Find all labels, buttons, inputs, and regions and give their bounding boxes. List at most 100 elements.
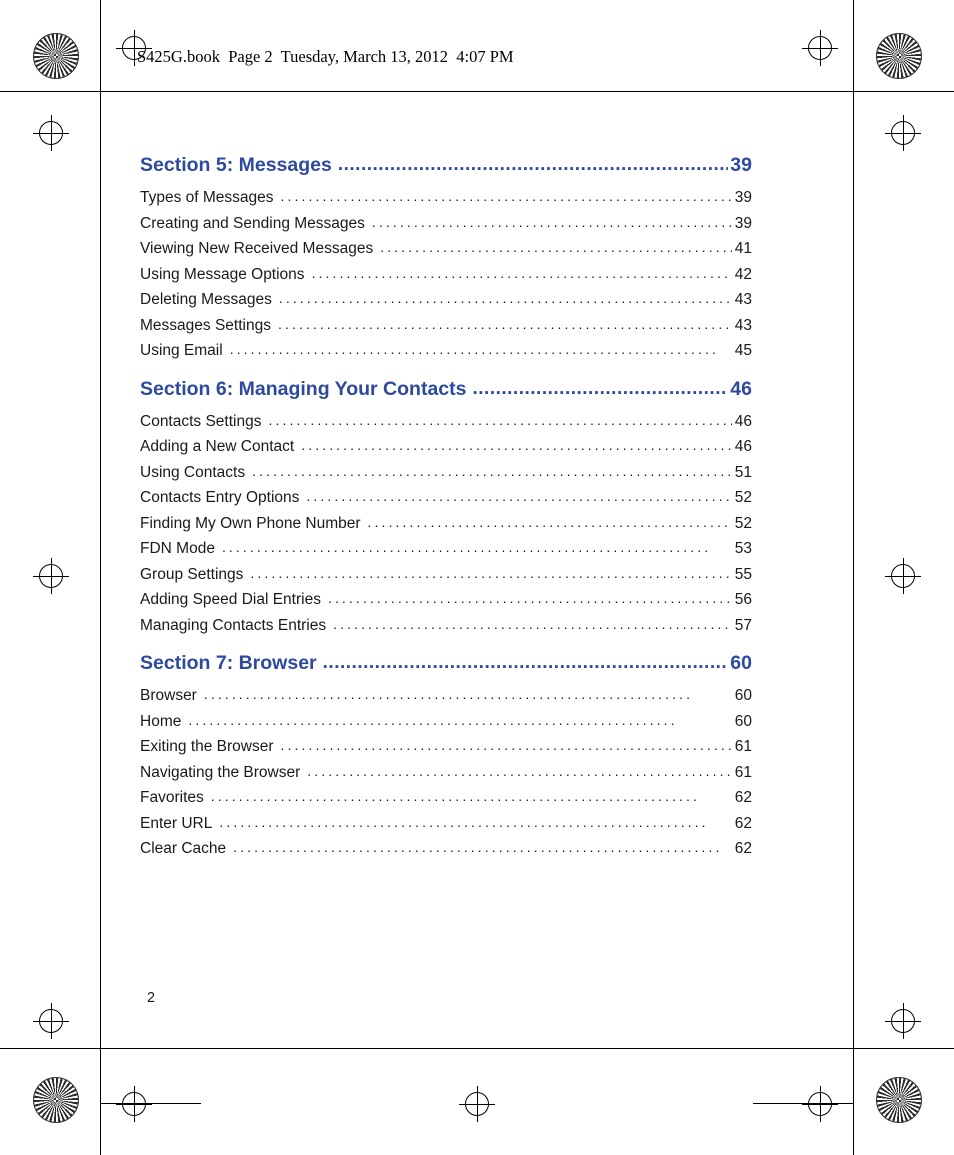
- registration-mark-right-middle: [885, 558, 921, 594]
- toc-entry-page: 60: [734, 687, 752, 704]
- leader-dots: ........................................…: [221, 539, 712, 555]
- toc-entry-label: Using Message Options: [140, 265, 305, 283]
- toc-entry[interactable]: Adding Speed Dial Entries ..............…: [140, 587, 752, 613]
- toc-entry-page: 46: [734, 438, 752, 455]
- leader-dots: ........................................…: [280, 188, 732, 204]
- leader-dots: ........................................…: [301, 437, 732, 453]
- leader-dots: ........................................…: [327, 590, 732, 606]
- starburst-mark-bottom-left: [33, 1077, 79, 1123]
- toc-entry-page: 62: [734, 840, 752, 857]
- file-header-line: S425G.book Page 2 Tuesday, March 13, 201…: [137, 47, 514, 66]
- toc-entry-page: 39: [734, 189, 752, 206]
- toc-section-page: 46: [730, 377, 752, 400]
- leader-dots: ........................................…: [233, 839, 723, 855]
- toc-entry-label: Group Settings: [140, 565, 244, 583]
- toc-entry[interactable]: Using Contacts .........................…: [140, 460, 752, 486]
- toc-entry[interactable]: Navigating the Browser .................…: [140, 760, 752, 786]
- toc-entry-page: 61: [734, 738, 752, 755]
- leader-dots: ........................................…: [252, 462, 732, 479]
- toc-entry[interactable]: Using Message Options ..................…: [140, 262, 752, 288]
- toc-entry-label: Messages Settings: [140, 316, 271, 334]
- toc-entry-label: Adding a New Contact: [140, 438, 295, 455]
- toc-entry-page: 46: [734, 412, 752, 430]
- toc-entry-page: 53: [734, 540, 752, 557]
- toc-entry[interactable]: Creating and Sending Messages ..........…: [140, 211, 752, 237]
- registration-mark-left-middle: [33, 558, 69, 594]
- toc-entry[interactable]: Contacts Settings ......................…: [140, 409, 752, 435]
- leader-dots: ........................................…: [367, 513, 732, 530]
- toc-entry-label: Enter URL: [140, 814, 213, 832]
- toc-section-heading[interactable]: Section 7: Browser .....................…: [140, 652, 752, 675]
- crop-line-bottom-short-left: [101, 1103, 201, 1104]
- leader-dots: ........................................…: [311, 264, 732, 281]
- toc-entry-page: 57: [734, 616, 752, 634]
- toc-entry[interactable]: FDN Mode ...............................…: [140, 536, 752, 562]
- toc-entry-page: 43: [734, 316, 752, 334]
- toc-entry-label: Home: [140, 712, 182, 730]
- crop-line-bottom: [0, 1048, 954, 1049]
- toc-entry-label: Clear Cache: [140, 840, 227, 857]
- starburst-mark-bottom-right: [876, 1077, 922, 1123]
- toc-entry[interactable]: Adding a New Contact ...................…: [140, 434, 752, 460]
- toc-entry[interactable]: Deleting Messages ......................…: [140, 287, 752, 313]
- toc-entry-page: 62: [734, 789, 752, 806]
- toc-section-page: 60: [730, 652, 752, 674]
- leader-dots: ........................................…: [278, 290, 732, 306]
- toc-entry-label: Adding Speed Dial Entries: [140, 591, 321, 608]
- toc-entry-page: 45: [734, 342, 752, 359]
- leader-dots: ........................................…: [306, 488, 732, 504]
- toc-entry-label: Using Contacts: [140, 463, 246, 481]
- leader-dots: ........................................…: [333, 615, 732, 632]
- leader-dots: ........................................…: [203, 686, 694, 702]
- toc-entry-label: FDN Mode: [140, 540, 215, 557]
- leader-dots: ........................................…: [371, 213, 732, 230]
- toc-entry-label: Favorites: [140, 789, 204, 806]
- starburst-mark-top-left: [33, 33, 79, 79]
- toc-entry[interactable]: Finding My Own Phone Number ............…: [140, 511, 752, 537]
- toc-entry-label: Navigating the Browser: [140, 763, 301, 781]
- crop-line-right: [853, 0, 854, 1155]
- toc-entry-label: Contacts Settings: [140, 412, 262, 430]
- registration-mark-right-upper: [885, 115, 921, 151]
- leader-dots: ........................................…: [280, 737, 732, 753]
- toc-entry[interactable]: Using Email ............................…: [140, 338, 752, 364]
- crop-line-top: [0, 91, 954, 92]
- toc-entry-label: Exiting the Browser: [140, 738, 274, 755]
- toc-entry[interactable]: Home ...................................…: [140, 709, 752, 735]
- toc-entry-label: Finding My Own Phone Number: [140, 514, 361, 532]
- page-number: 2: [147, 990, 156, 1006]
- toc-entry[interactable]: Messages Settings ......................…: [140, 313, 752, 339]
- toc-section-title: Section 7: Browser: [140, 652, 317, 674]
- leader-dots: ........................................…: [337, 154, 729, 175]
- toc-entry-page: 39: [734, 214, 752, 232]
- toc-entry[interactable]: Clear Cache ............................…: [140, 836, 752, 862]
- toc-entry[interactable]: Contacts Entry Options .................…: [140, 485, 752, 511]
- toc-entry[interactable]: Favorites ..............................…: [140, 785, 752, 811]
- toc-entry[interactable]: Browser ................................…: [140, 683, 752, 709]
- toc-entry-label: Browser: [140, 687, 197, 704]
- toc-section-page: 39: [730, 154, 752, 176]
- starburst-mark-top-right: [876, 33, 922, 79]
- toc-section-title: Section 5: Messages: [140, 154, 332, 176]
- toc-section-heading[interactable]: Section 5: Messages ....................…: [140, 154, 752, 177]
- toc-entry-page: 43: [734, 291, 752, 308]
- toc-entry[interactable]: Types of Messages ......................…: [140, 185, 752, 211]
- registration-mark-right-lower: [885, 1003, 921, 1039]
- registration-mark-bottom-center: [459, 1086, 495, 1122]
- toc-entry-label: Types of Messages: [140, 189, 274, 206]
- toc-entry[interactable]: Exiting the Browser ....................…: [140, 734, 752, 760]
- toc-entry-page: 55: [734, 565, 752, 583]
- toc-entry[interactable]: Enter URL ..............................…: [140, 811, 752, 837]
- toc-section-heading[interactable]: Section 6: Managing Your Contacts ......…: [140, 378, 752, 401]
- toc-entry-label: Contacts Entry Options: [140, 489, 300, 506]
- toc-entry[interactable]: Group Settings .........................…: [140, 562, 752, 588]
- crop-line-bottom-short-right: [753, 1103, 853, 1104]
- toc-entry-page: 52: [734, 514, 752, 532]
- toc-entry-label: Deleting Messages: [140, 291, 272, 308]
- registration-mark-top-right: [802, 30, 838, 66]
- toc-entry[interactable]: Viewing New Received Messages ..........…: [140, 236, 752, 262]
- toc-entry-page: 41: [734, 240, 752, 257]
- toc-entry-page: 62: [734, 814, 752, 832]
- leader-dots: ........................................…: [229, 341, 719, 357]
- toc-entry[interactable]: Managing Contacts Entries ..............…: [140, 613, 752, 639]
